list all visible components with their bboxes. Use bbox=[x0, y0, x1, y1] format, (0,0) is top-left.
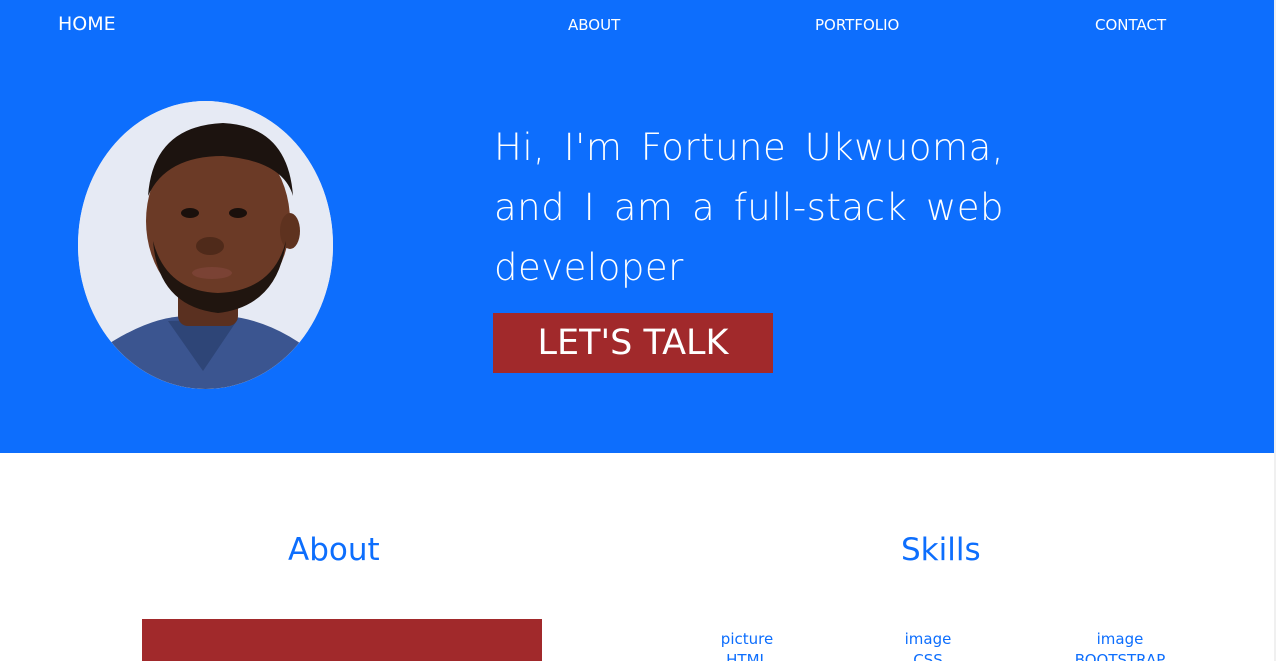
hero-section: HOME ABOUT PORTFOLIO CONTACT Hi, I'm For… bbox=[0, 0, 1274, 453]
skill-image-alt: image bbox=[1096, 630, 1144, 648]
skills-heading: Skills bbox=[901, 532, 981, 568]
hero-headline: Hi, I'm Fortune Ukwuoma, and I am a full… bbox=[494, 126, 1004, 289]
skill-name: HTML bbox=[726, 651, 768, 661]
lets-talk-button[interactable]: LET'S TALK bbox=[493, 313, 773, 373]
about-heading: About bbox=[288, 532, 380, 568]
nav-about-link[interactable]: ABOUT bbox=[568, 16, 620, 34]
nav-contact-link[interactable]: CONTACT bbox=[1095, 16, 1166, 34]
skill-image-alt: image bbox=[904, 630, 952, 648]
skill-name: BOOTSTRAP bbox=[1074, 651, 1166, 661]
skill-image-alt: picture bbox=[720, 630, 774, 648]
nav-portfolio-link[interactable]: PORTFOLIO bbox=[815, 16, 899, 34]
skill-item-bootstrap: image BOOTSTRAP bbox=[1060, 629, 1180, 661]
skill-item-css: image CSS bbox=[878, 629, 978, 661]
skill-item-html: picture HTML bbox=[697, 629, 797, 661]
page: HOME ABOUT PORTFOLIO CONTACT Hi, I'm For… bbox=[0, 0, 1276, 661]
profile-photo-illustration bbox=[78, 101, 333, 389]
nav-home-link[interactable]: HOME bbox=[58, 13, 116, 35]
skill-name: CSS bbox=[913, 651, 943, 661]
about-content-block bbox=[142, 619, 542, 661]
profile-avatar bbox=[78, 101, 333, 389]
